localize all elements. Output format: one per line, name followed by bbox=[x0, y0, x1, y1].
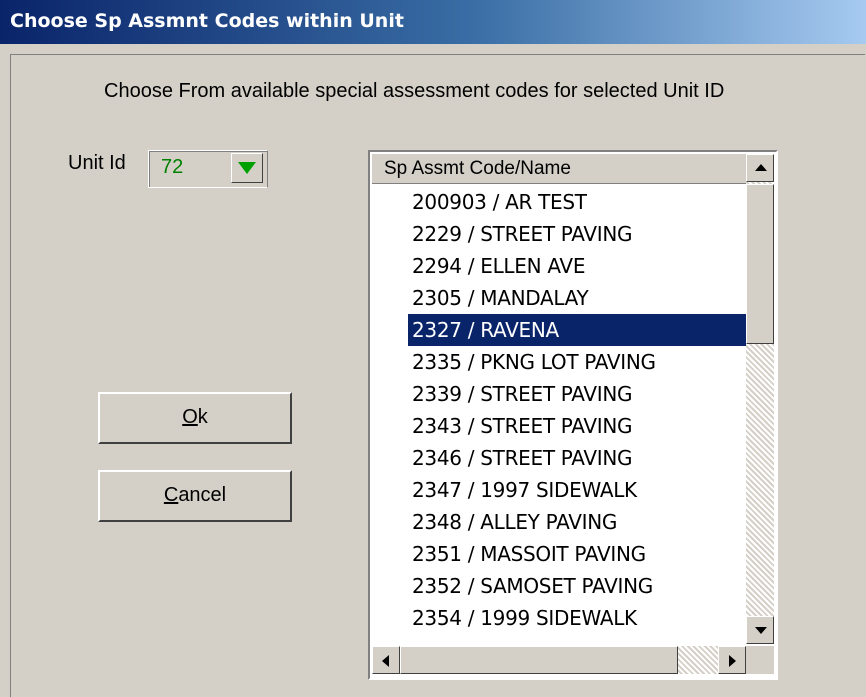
cancel-label-rest: ancel bbox=[178, 484, 227, 506]
ok-label-rest: k bbox=[197, 406, 208, 428]
vertical-scrollbar[interactable] bbox=[746, 154, 774, 644]
list-item[interactable]: 2346 / STREET PAVING bbox=[372, 442, 746, 474]
window-title: Choose Sp Assmnt Codes within Unit bbox=[10, 10, 404, 32]
list-rows: 200903 / AR TEST 2229 / STREET PAVING 2294… bbox=[372, 186, 746, 634]
list-item[interactable]: 2339 / STREET PAVING bbox=[372, 378, 746, 410]
unit-id-label: Unit Id bbox=[68, 152, 126, 174]
list-column-header[interactable]: Sp Assmt Code/Name bbox=[372, 154, 746, 184]
ok-mnemonic: O bbox=[182, 406, 198, 428]
scroll-right-button[interactable] bbox=[718, 646, 746, 674]
scroll-down-button[interactable] bbox=[746, 616, 774, 644]
list-item[interactable]: 2347 / 1997 SIDEWALK bbox=[372, 474, 746, 506]
horizontal-scroll-thumb[interactable] bbox=[400, 646, 678, 674]
list-item[interactable]: 2305 / MANDALAY bbox=[372, 282, 746, 314]
list-item[interactable]: 2348 / ALLEY PAVING bbox=[372, 506, 746, 538]
scrollbar-corner bbox=[746, 646, 774, 674]
vertical-scroll-thumb[interactable] bbox=[746, 184, 774, 344]
instruction-text: Choose From available special assessment… bbox=[104, 80, 725, 102]
unit-id-dropdown-button[interactable] bbox=[231, 153, 263, 183]
cancel-mnemonic: C bbox=[163, 484, 179, 506]
dialog-window: Choose Sp Assmnt Codes within Unit Choos… bbox=[0, 0, 866, 697]
list-item[interactable]: 2354 / 1999 SIDEWALK bbox=[372, 602, 746, 634]
arrow-up-icon bbox=[755, 164, 767, 171]
list-item[interactable]: 2294 / ELLEN AVE bbox=[372, 250, 746, 282]
arrow-down-icon bbox=[755, 627, 767, 634]
list-item[interactable]: 2352 / SAMOSET PAVING bbox=[372, 570, 746, 602]
unit-id-combobox[interactable]: 72 bbox=[148, 150, 268, 188]
ok-button[interactable]: Ok bbox=[98, 392, 292, 444]
scroll-up-button[interactable] bbox=[746, 154, 774, 182]
list-item-selected[interactable]: 2327 / RAVENA bbox=[408, 314, 746, 346]
arrow-right-icon bbox=[729, 655, 736, 667]
assessment-code-list[interactable]: Sp Assmt Code/Name 200903 / AR TEST 2229 … bbox=[368, 150, 778, 680]
scroll-left-button[interactable] bbox=[372, 646, 400, 674]
arrow-left-icon bbox=[382, 655, 389, 667]
list-item[interactable]: 2335 / PKNG LOT PAVING bbox=[372, 346, 746, 378]
list-item[interactable]: 2343 / STREET PAVING bbox=[372, 410, 746, 442]
list-item[interactable]: 2229 / STREET PAVING bbox=[372, 218, 746, 250]
cancel-button[interactable]: Cancel bbox=[98, 470, 292, 522]
list-item[interactable]: 2351 / MASSOIT PAVING bbox=[372, 538, 746, 570]
title-bar[interactable]: Choose Sp Assmnt Codes within Unit bbox=[0, 0, 866, 44]
horizontal-scrollbar[interactable] bbox=[372, 646, 746, 674]
chevron-down-icon bbox=[238, 162, 256, 174]
list-item[interactable]: 200903 / AR TEST bbox=[372, 186, 746, 218]
unit-id-value: 72 bbox=[161, 156, 184, 178]
